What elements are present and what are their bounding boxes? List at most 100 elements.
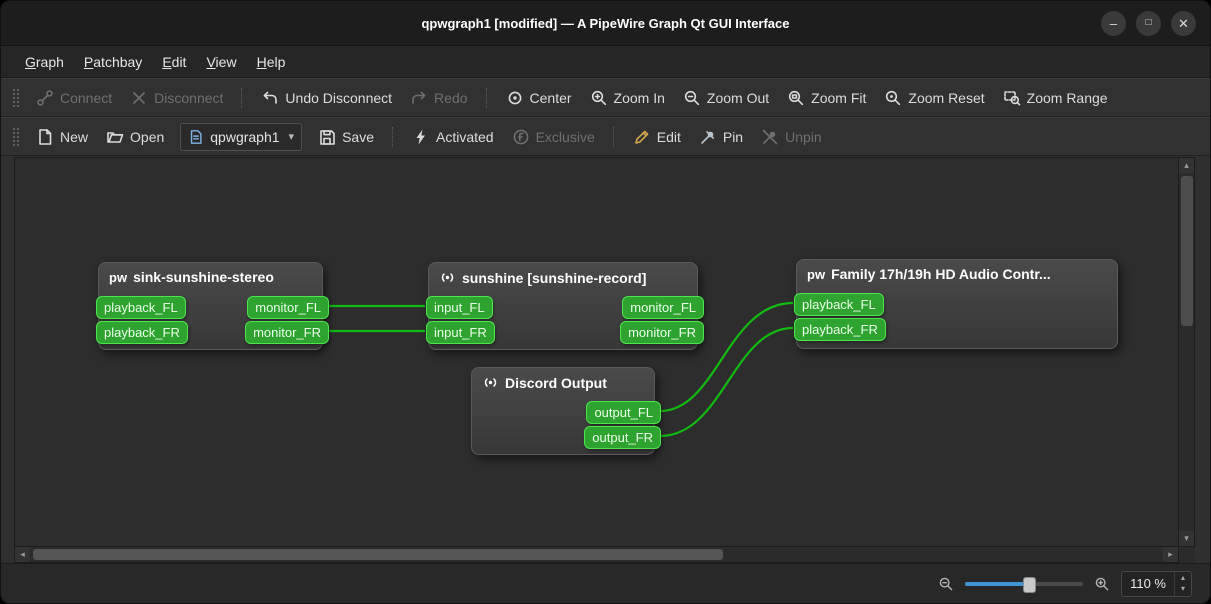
zoom-reset-label: Zoom Reset (908, 89, 985, 106)
zoom-spinbox[interactable]: 110 % ▴ ▾ (1121, 570, 1192, 597)
pin-button[interactable]: Pin (690, 123, 752, 151)
port-output[interactable]: monitor_FL (247, 296, 329, 319)
activated-label: Activated (436, 128, 494, 145)
zoom-slider[interactable] (965, 575, 1084, 593)
scroll-down-button[interactable]: ▾ (1179, 531, 1194, 546)
port-input[interactable]: playback_FR (96, 321, 188, 344)
window-controls: – □ ✕ (1101, 1, 1196, 45)
zoom-out-small-icon[interactable] (938, 576, 954, 592)
undo-disconnect-button[interactable]: Undo Disconnect (252, 84, 401, 112)
close-button[interactable]: ✕ (1171, 10, 1196, 36)
open-folder-icon (106, 128, 124, 146)
scroll-right-button[interactable]: ▸ (1163, 547, 1178, 562)
toolbar-separator (485, 87, 488, 108)
port-output[interactable]: monitor_FL (622, 296, 704, 319)
patchbay-profile-selector[interactable]: qpwgraph1 ▾ (180, 122, 303, 151)
toolbar-drag-handle[interactable] (12, 87, 20, 108)
port-input[interactable]: input_FR (426, 321, 495, 344)
port-output[interactable]: monitor_FR (620, 321, 704, 344)
redo-label: Redo (434, 89, 468, 106)
unpin-button[interactable]: Unpin (752, 123, 831, 151)
port-output[interactable]: output_FR (584, 426, 661, 449)
vertical-scrollbar-thumb[interactable] (1180, 176, 1193, 326)
scroll-left-button[interactable]: ◂ (15, 547, 30, 562)
port-output[interactable]: output_FL (586, 401, 661, 424)
edit-button[interactable]: Edit (624, 123, 690, 151)
spin-up-button[interactable]: ▴ (1175, 572, 1191, 583)
zoom-fit-icon (787, 89, 805, 107)
vertical-scrollbar[interactable]: ▴ ▾ (1179, 157, 1195, 547)
toolbar-drag-handle[interactable] (12, 126, 20, 147)
unpin-icon (761, 128, 779, 146)
center-label: Center (529, 89, 572, 106)
menu-patchbay[interactable]: Patchbay (74, 46, 152, 77)
menu-view[interactable]: View (196, 46, 246, 77)
graph-node-sink-sunshine-stereo[interactable]: pw sink-sunshine-stereo playback_FL play… (96, 262, 329, 350)
zoom-range-button[interactable]: Zoom Range (994, 84, 1117, 112)
zoom-out-label: Zoom Out (706, 89, 770, 106)
new-label: New (60, 128, 89, 145)
exclusive-toggle[interactable]: Exclusive (503, 123, 604, 151)
node-header[interactable]: sunshine [sunshine-record] (429, 263, 697, 286)
spin-down-button[interactable]: ▾ (1175, 583, 1191, 594)
maximize-button[interactable]: □ (1136, 10, 1161, 36)
center-button[interactable]: Center (497, 84, 581, 112)
zoom-in-button[interactable]: Zoom In (581, 84, 674, 112)
port-input[interactable]: playback_FL (96, 296, 186, 319)
open-button[interactable]: Open (97, 123, 173, 151)
node-header[interactable]: Discord Output (472, 368, 654, 391)
graph-node-family-hd-audio[interactable]: pw Family 17h/19h HD Audio Contr... play… (794, 259, 1118, 349)
new-button[interactable]: New (27, 123, 97, 151)
zoom-value: 110 % (1130, 576, 1166, 591)
graph-toolbar: Connect Disconnect Undo Disconnect Redo (1, 78, 1210, 117)
titlebar[interactable]: qpwgraph1 [modified] — A PipeWire Graph … (1, 1, 1210, 46)
port-input[interactable]: playback_FR (794, 318, 886, 341)
graph-frame: pw sink-sunshine-stereo playback_FL play… (14, 157, 1195, 563)
port-input[interactable]: input_FL (426, 296, 493, 319)
graph-node-sunshine[interactable]: sunshine [sunshine-record] input_FL inpu… (426, 262, 704, 350)
minimize-button[interactable]: – (1101, 10, 1126, 36)
exclusive-label: Exclusive (535, 128, 595, 145)
zoom-fit-button[interactable]: Zoom Fit (778, 84, 875, 112)
save-icon (318, 128, 336, 146)
activated-toggle[interactable]: Activated (403, 123, 503, 151)
connect-button[interactable]: Connect (27, 84, 121, 112)
minimize-icon: – (1109, 15, 1118, 31)
zoom-slider-handle[interactable] (1023, 576, 1037, 593)
menu-graph[interactable]: Graph (15, 46, 74, 77)
patchbay-file-icon (188, 129, 204, 145)
unpin-label: Unpin (785, 128, 822, 145)
connect-icon (36, 89, 54, 107)
horizontal-scrollbar[interactable]: ◂ ▸ (14, 547, 1179, 563)
graph-canvas[interactable]: pw sink-sunshine-stereo playback_FL play… (14, 157, 1179, 547)
zoom-fit-label: Zoom Fit (811, 89, 867, 106)
profile-selector-value: qpwgraph1 (210, 128, 280, 145)
edit-pencil-icon (633, 128, 651, 146)
zoom-in-label: Zoom In (613, 89, 665, 106)
graph-node-discord-output[interactable]: Discord Output output_FL output_FR (471, 367, 661, 455)
menu-edit[interactable]: Edit (152, 46, 196, 77)
node-title: sunshine [sunshine-record] (462, 269, 647, 286)
spin-buttons: ▴ ▾ (1174, 571, 1191, 596)
speaker-icon (482, 374, 499, 391)
redo-button[interactable]: Redo (401, 84, 476, 112)
undo-icon (261, 89, 279, 107)
menu-help[interactable]: Help (247, 46, 296, 77)
menu-patchbay-label: Patchbay (83, 53, 143, 70)
horizontal-scrollbar-thumb[interactable] (33, 549, 723, 560)
port-output[interactable]: monitor_FR (245, 321, 329, 344)
scroll-up-button[interactable]: ▴ (1179, 158, 1194, 173)
zoom-reset-button[interactable]: Zoom Reset (875, 84, 993, 112)
exclusive-icon (512, 128, 530, 146)
port-input[interactable]: playback_FL (794, 293, 884, 316)
zoom-in-small-icon[interactable] (1094, 576, 1110, 592)
lightning-bolt-icon (412, 128, 430, 146)
chevron-down-icon: ▾ (288, 131, 295, 143)
toolbar-separator (392, 126, 394, 147)
node-title: Family 17h/19h HD Audio Contr... (831, 266, 1051, 282)
node-header[interactable]: pw Family 17h/19h HD Audio Contr... (797, 260, 1117, 282)
disconnect-button[interactable]: Disconnect (121, 84, 232, 112)
zoom-out-button[interactable]: Zoom Out (674, 84, 778, 112)
node-header[interactable]: pw sink-sunshine-stereo (99, 263, 322, 285)
save-button[interactable]: Save (309, 123, 383, 151)
